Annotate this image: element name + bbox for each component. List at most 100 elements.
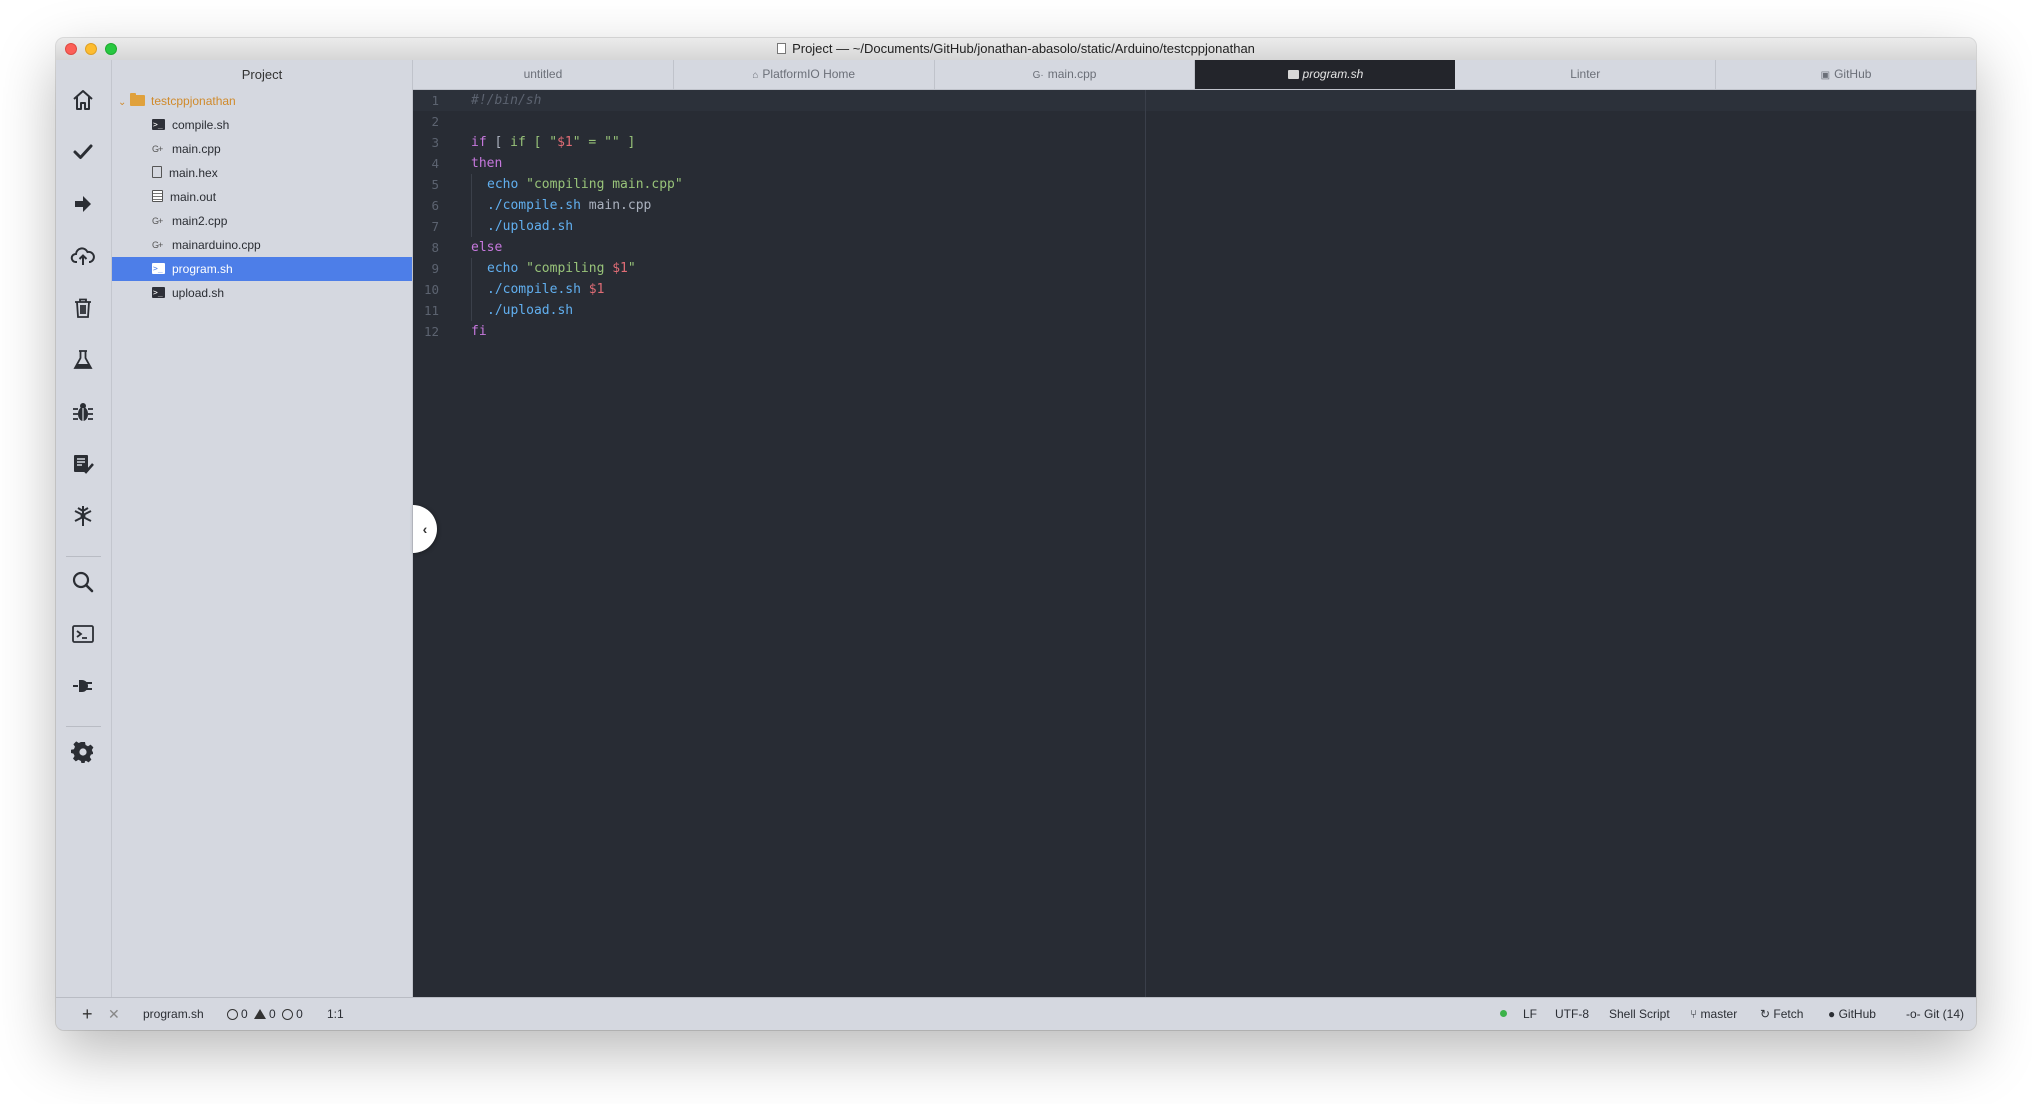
plug-icon[interactable]	[70, 673, 96, 699]
code-line: ./compile.sh main.cpp	[471, 195, 683, 216]
add-icon[interactable]: +	[82, 998, 93, 1030]
task-list-icon[interactable]	[70, 451, 96, 477]
maximize-window-button[interactable]	[105, 43, 117, 55]
tab-label: untitled	[523, 67, 563, 81]
gear-icon[interactable]	[70, 739, 96, 765]
tree-item-main-out[interactable]: main.out	[112, 185, 412, 209]
tree-item-label: compile.sh	[172, 118, 230, 132]
home-icon: ⌂	[752, 70, 759, 81]
string-token: "	[627, 261, 636, 276]
cloud-upload-icon[interactable]	[70, 243, 96, 269]
indent-guide	[471, 258, 487, 279]
git-panel-toggle[interactable]: -o- Git (14)	[1906, 998, 1964, 1030]
file-encoding[interactable]: UTF-8	[1555, 998, 1589, 1030]
warning-icon	[254, 1009, 267, 1019]
tree-item-main-cpp[interactable]: main.cpp	[112, 137, 412, 161]
status-bar: + ✕ program.sh 0 0 0 1:1 LF UTF-8 Shell …	[56, 997, 1976, 1030]
terminal-icon[interactable]	[70, 621, 96, 647]
variable-token: $1	[612, 261, 628, 276]
line-number: 5	[431, 177, 439, 192]
fetch-button[interactable]: ↻ Fetch	[1760, 998, 1803, 1030]
unit-test-icon[interactable]	[70, 503, 96, 529]
line-number: 1	[431, 93, 439, 108]
code-line: #!/bin/sh	[471, 90, 683, 111]
tab-main-cpp[interactable]: G· main.cpp	[935, 60, 1196, 89]
search-icon[interactable]	[70, 569, 96, 595]
bug-icon[interactable]	[70, 399, 96, 425]
tree-item-label: main.cpp	[172, 142, 221, 156]
error-count: 0	[241, 1007, 248, 1021]
linter-summary[interactable]: 0 0 0	[227, 998, 303, 1030]
close-icon[interactable]: ✕	[108, 998, 120, 1030]
flask-icon[interactable]	[70, 347, 96, 373]
tree-item-mainarduino-cpp[interactable]: mainarduino.cpp	[112, 233, 412, 257]
code-line: echo "compiling main.cpp"	[471, 174, 683, 195]
github-label: GitHub	[1838, 1007, 1876, 1021]
status-file-path[interactable]: program.sh	[143, 998, 204, 1030]
activity-bar	[56, 60, 112, 997]
tree-item-main-hex[interactable]: main.hex	[112, 161, 412, 185]
status-dot-icon	[1500, 998, 1507, 1030]
tree-item-main2-cpp[interactable]: main2.cpp	[112, 209, 412, 233]
tab-label: GitHub	[1834, 67, 1872, 81]
grammar-selector[interactable]: Shell Script	[1609, 998, 1670, 1030]
code-line: ./compile.sh $1	[471, 279, 683, 300]
project-tree: Project ⌄ testcppjonathan compile.sh main…	[112, 60, 413, 997]
home-icon[interactable]	[70, 87, 96, 113]
activity-separator	[66, 726, 101, 727]
close-window-button[interactable]	[65, 43, 77, 55]
indent-guide	[471, 195, 487, 216]
variable-token: $1	[557, 135, 573, 150]
arrow-right-icon[interactable]	[70, 191, 96, 217]
command-token: ./upload.sh	[487, 219, 574, 234]
folder-icon	[130, 93, 145, 106]
terminal-file-icon	[152, 257, 165, 281]
keyword-token: then	[471, 156, 503, 171]
tab-program-sh[interactable]: program.sh	[1195, 60, 1456, 89]
tab-label: program.sh	[1302, 67, 1364, 81]
tab-untitled[interactable]: untitled	[413, 60, 674, 89]
tab-platformio-home[interactable]: ⌂ PlatformIO Home	[674, 60, 935, 89]
terminal-file-icon	[1287, 70, 1299, 79]
indent-guide	[471, 300, 487, 321]
tree-item-label: program.sh	[172, 262, 233, 276]
builtin-token: echo	[487, 177, 527, 192]
code-lines: #!/bin/sh if [ if [ "$1" = "" ] then ech…	[471, 90, 683, 342]
fetch-label: Fetch	[1773, 1007, 1804, 1021]
cpp-file-icon	[152, 137, 165, 161]
tab-bar: untitled ⌂ PlatformIO Home G· main.cpp pro…	[413, 60, 1976, 90]
check-icon[interactable]	[70, 139, 96, 165]
code-line: ./upload.sh	[471, 300, 683, 321]
binary-file-icon	[152, 190, 163, 202]
terminal-file-icon	[152, 113, 165, 137]
indent-guide	[471, 216, 487, 237]
line-number: 11	[423, 303, 439, 318]
tree-item-upload-sh[interactable]: upload.sh	[112, 281, 412, 305]
minimize-window-button[interactable]	[85, 43, 97, 55]
cpp-file-icon: G·	[1032, 70, 1044, 81]
tree-item-label: main.hex	[169, 166, 218, 180]
tree-root-folder[interactable]: ⌄ testcppjonathan	[112, 89, 412, 113]
code-line: ./upload.sh	[471, 216, 683, 237]
tree-item-label: mainarduino.cpp	[172, 238, 261, 252]
code-line: then	[471, 153, 683, 174]
command-token: ./upload.sh	[487, 303, 574, 318]
github-panel-toggle[interactable]: ● GitHub	[1828, 998, 1876, 1030]
git-branch[interactable]: ⑂ master	[1690, 998, 1737, 1030]
tree-item-program-sh[interactable]: program.sh	[112, 257, 412, 281]
github-icon: ●	[1828, 1007, 1839, 1021]
tab-label: PlatformIO Home	[762, 67, 856, 81]
indent-guide	[471, 279, 487, 300]
line-ending[interactable]: LF	[1523, 998, 1537, 1030]
line-number: 12	[423, 324, 439, 339]
tab-linter[interactable]: Linter	[1455, 60, 1717, 89]
cursor-position[interactable]: 1:1	[327, 998, 344, 1030]
trash-icon[interactable]	[70, 295, 96, 321]
branch-label: master	[1700, 1007, 1738, 1021]
tree-item-compile-sh[interactable]: compile.sh	[112, 113, 412, 137]
cpp-file-icon	[152, 233, 165, 257]
code-editor[interactable]: 1 2 3 4 5 6 7 8 9 10 11 12 #!/bin/sh if …	[413, 90, 1976, 997]
tree-title: Project	[241, 67, 283, 82]
tab-github[interactable]: ▣ GitHub	[1716, 60, 1976, 89]
